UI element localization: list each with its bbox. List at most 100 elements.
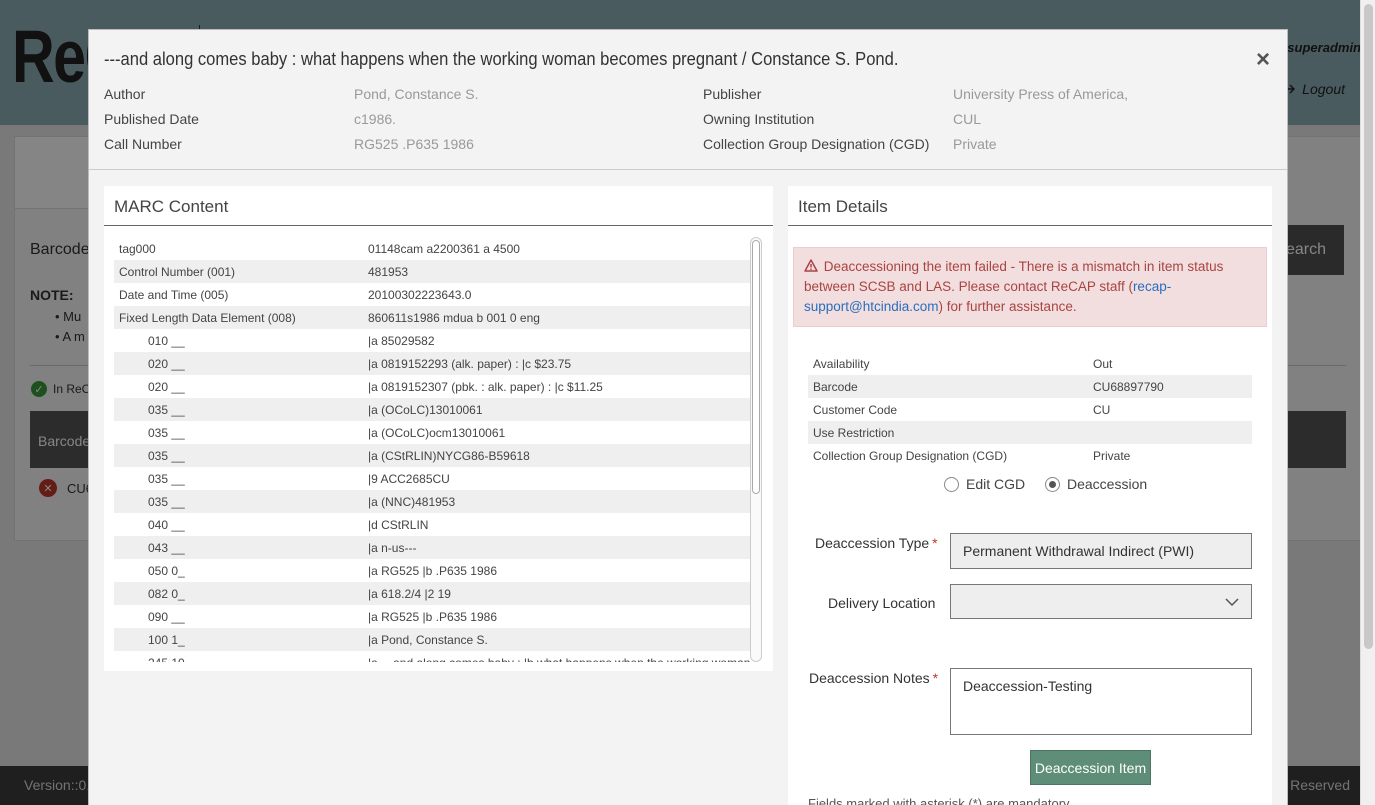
marc-row: 100 1_ |a Pond, Constance S. [114,628,750,651]
marc-value: 01148cam a2200361 a 4500 [368,241,520,256]
marc-tag: 245 10 [114,656,368,663]
marc-tag: 050 0_ [148,563,185,578]
item-detail-value: Private [1093,448,1131,463]
marc-value: |a RG525 |b .P635 1986 [368,563,497,578]
marc-tag: Date and Time (005) [119,287,229,302]
panel-divider [104,225,773,226]
delivery-location-label: Delivery Location [828,595,936,611]
meta-publisher-value: University Press of America, [953,86,1128,102]
marc-row: tag000 01148cam a2200361 a 4500 [114,237,750,260]
meta-published-date: Published Date [104,111,199,127]
marc-tag: 035 __ [148,448,185,463]
marc-value: |a ---and along comes baby : |b what hap… [368,656,750,663]
modal-title: ---and along comes baby : what happens w… [104,49,899,69]
marc-tag: 010 __ [148,333,185,348]
page-scrollbar[interactable] [1360,0,1375,805]
mandatory-fields-note: Fields marked with asterisk (*) are mand… [808,796,1070,805]
marc-tag: 100 1_ [148,632,185,647]
marc-value: |9 ACC2685CU [368,471,450,486]
marc-tag: 043 __ [148,540,185,555]
item-details-modal: ---and along comes baby : what happens w… [88,29,1288,805]
marc-row: 043 __ |a n-us--- [114,536,750,559]
marc-row: 035 __ |a (CStRLIN)NYCG86-B59618 [114,444,750,467]
meta-call-number: Call Number [104,136,182,152]
error-alert: Deaccessioning the item failed - There i… [793,247,1267,327]
item-detail-value: CU68897790 [1093,379,1164,394]
marc-value: |a Pond, Constance S. [368,632,488,647]
alert-text-end: ) for further assistance. [938,299,1077,314]
item-detail-row: Barcode CU68897790 [808,375,1252,398]
marc-row: Fixed Length Data Element (008) 860611s19… [114,306,750,329]
marc-list[interactable]: tag000 01148cam a2200361 a 4500 Control Nu… [114,237,750,662]
radio-button[interactable] [1045,476,1060,492]
meta-value: CUL [953,111,982,127]
meta-key: Author [104,86,146,102]
marc-row: 035 __ |a (OCoLC)13010061 [114,398,750,421]
marc-row: 090 __ |a RG525 |b .P635 1986 [114,605,750,628]
radio-deaccession[interactable]: Deaccession [1045,476,1147,492]
item-detail-row: Customer Code CU [808,398,1252,421]
panel-divider [788,225,1272,226]
marc-row: Control Number (001) 481953 [114,260,750,283]
marc-value: 481953 [368,264,409,279]
radio-button[interactable] [944,476,959,492]
deaccession-item-button[interactable]: Deaccession Item [1030,750,1151,785]
marc-tag: Control Number (001) [119,264,236,279]
deaccession-notes-textarea[interactable]: Deaccession-Testing [950,668,1252,735]
meta-author-value: Pond, Constance S. [354,86,479,102]
marc-tag: tag000 [119,241,156,256]
item-details-title: Item Details [798,197,888,216]
marc-value: |d CStRLIN [368,517,429,532]
marc-scrollbar-thumb[interactable] [752,240,760,494]
marc-row: 010 __ |a 85029582 [114,329,750,352]
radio-label: Edit CGD [966,476,1026,492]
deaccession-type-field[interactable]: Permanent Withdrawal Indirect (PWI) [950,533,1252,569]
marc-value: |a (OCoLC)13010061 [368,402,483,417]
marc-tag: 035 __ [148,402,185,417]
scrollbar-thumb[interactable] [1364,4,1373,649]
radio-edit-cgd[interactable]: Edit CGD [944,476,1025,492]
marc-panel: MARC Content tag000 01148cam a2200361 a 4… [104,186,773,671]
marc-value: 20100302223643.0 [368,287,472,302]
meta-key: Published Date [104,111,199,127]
meta-call-number-value: RG525 .P635 1986 [354,136,474,152]
modal-header: ---and along comes baby : what happens w… [89,30,1287,170]
marc-value: 860611s1986 mdua b 001 0 eng [368,310,540,325]
marc-tag: 035 __ [148,425,185,440]
delivery-location-select[interactable] [950,584,1252,619]
marc-value: |a 618.2/4 |2 19 [368,586,451,601]
item-detail-row: Use Restriction [808,421,1252,444]
close-button[interactable]: × [1253,48,1273,72]
marc-tag: 090 __ [148,609,185,624]
item-detail-key: Customer Code [813,402,898,417]
meta-value: Private [953,136,997,152]
meta-author: Author [104,86,145,102]
deaccession-notes-value: Deaccession-Testing [963,678,1093,694]
marc-scrollbar[interactable] [750,237,762,662]
marc-row: 020 __ |a 0819152307 (pbk. : alk. paper) … [114,375,750,398]
deaccession-notes-label: Deaccession Notes * [809,670,939,686]
marc-value: |a 0819152307 (pbk. : alk. paper) : |c $… [368,379,603,394]
meta-published-date-value: c1986. [354,111,396,127]
item-detail-key: Barcode [813,379,858,394]
meta-key: Call Number [104,136,182,152]
deaccession-type-label: Deaccession Type * [815,535,938,551]
item-detail-key: Collection Group Designation (CGD) [813,448,1008,463]
marc-row: 035 __ |a (OCoLC)ocm13010061 [114,421,750,444]
marc-value: |a n-us--- [368,540,417,555]
marc-tag: 040 __ [148,517,185,532]
marc-tag: 035 __ [148,471,185,486]
meta-cgd: Collection Group Designation (CGD) [703,136,929,152]
marc-value: |a RG525 |b .P635 1986 [368,609,497,624]
marc-value: |a (CStRLIN)NYCG86-B59618 [368,448,530,463]
marc-tag: 035 __ [148,494,185,509]
marc-tag: Fixed Length Data Element (008) [119,310,296,325]
item-detail-row: Availability Out [808,352,1252,375]
meta-value: RG525 .P635 1986 [354,136,474,152]
meta-key: Owning Institution [703,111,815,127]
meta-key: Publisher [703,86,762,102]
meta-value: University Press of America, [953,86,1129,102]
marc-row: 050 0_ |a RG525 |b .P635 1986 [114,559,750,582]
item-details-panel: Item Details Deaccessioning the item fai… [788,186,1272,805]
meta-value: Pond, Constance S. [354,86,479,102]
